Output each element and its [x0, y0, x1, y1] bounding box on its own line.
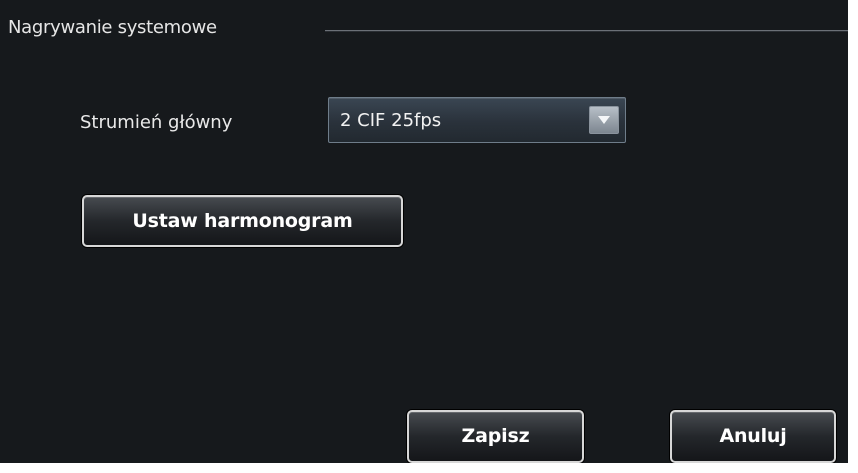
system-recording-panel: Nagrywanie systemowe Strumień główny 2 C… [0, 0, 848, 463]
main-stream-select-value: 2 CIF 25fps [340, 110, 442, 131]
main-stream-label: Strumień główny [80, 112, 233, 133]
group-divider [325, 30, 848, 32]
dropdown-arrow-button[interactable] [589, 106, 619, 134]
save-button[interactable]: Zapisz [407, 410, 584, 463]
set-schedule-button[interactable]: Ustaw harmonogram [82, 195, 403, 247]
cancel-button[interactable]: Anuluj [670, 410, 836, 463]
group-title: Nagrywanie systemowe [8, 17, 217, 38]
chevron-down-icon [598, 116, 610, 124]
main-stream-select[interactable]: 2 CIF 25fps [328, 97, 626, 143]
